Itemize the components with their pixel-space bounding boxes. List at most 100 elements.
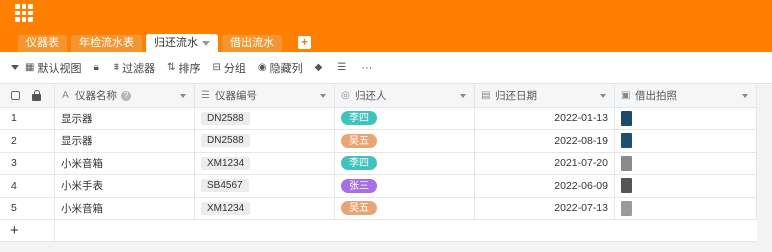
tab-annual-inspection[interactable]: 年检流水表 — [71, 35, 142, 52]
return-date-cell[interactable]: 2022-01-13 — [475, 107, 615, 129]
column-header-returner[interactable]: ◎ 归还人 — [335, 85, 475, 107]
add-row-button[interactable]: + — [0, 220, 55, 241]
row-height-button[interactable]: ☰ — [337, 61, 349, 73]
column-header-photo[interactable]: ▣ 借出拍照 — [615, 85, 757, 107]
calendar-icon: ▤ — [481, 90, 491, 102]
row-number: 1 — [0, 107, 55, 129]
chevron-down-icon[interactable] — [742, 93, 748, 98]
add-row-area[interactable] — [55, 220, 757, 241]
photo-thumbnail[interactable] — [621, 155, 632, 171]
column-header-code[interactable]: ☰ 仪器编号 — [195, 85, 335, 107]
instrument-name-cell[interactable]: 小米音箱 — [55, 152, 195, 174]
lock-icon: 🔒︎ — [93, 61, 99, 73]
person-tag: 李四 — [341, 111, 377, 126]
row-number: 2 — [0, 130, 55, 152]
paint-bucket-icon: ◆ — [314, 61, 323, 73]
fill-color-button[interactable]: ◆ — [314, 61, 326, 73]
return-date-cell[interactable]: 2022-07-13 — [475, 197, 615, 219]
return-date-cell[interactable]: 2022-06-09 — [475, 175, 615, 197]
returner-cell[interactable]: 吴五 — [335, 130, 475, 152]
photo-thumbnail[interactable] — [621, 200, 632, 216]
filter-button[interactable]: ⩩ 过滤器 — [114, 60, 155, 76]
person-icon: ◎ — [341, 90, 350, 102]
photo-cell[interactable] — [615, 152, 757, 174]
more-icon: ··· — [361, 61, 373, 74]
chevron-down-icon[interactable] — [180, 93, 186, 98]
view-selector[interactable]: ▦ 默认视图 — [25, 60, 81, 76]
returner-cell[interactable]: 吴五 — [335, 197, 475, 219]
instrument-code-cell[interactable]: DN2588 — [195, 130, 335, 152]
image-icon: ▣ — [621, 90, 631, 102]
hide-columns-label: 隐藏列 — [269, 62, 303, 75]
tab-return-log[interactable]: 归还流水 — [146, 34, 218, 52]
row-number: 4 — [0, 175, 55, 197]
instrument-name-cell[interactable]: 显示器 — [55, 107, 195, 129]
data-grid: A 仪器名称 ? ☰ 仪器编号 ◎ 归还人 ▤ 归还日期 ▣ 借出拍照 1 显示… — [0, 85, 757, 242]
group-label: 分组 — [223, 62, 246, 75]
photo-thumbnail[interactable] — [621, 133, 632, 149]
text-field-icon: A — [62, 90, 69, 102]
chevron-down-icon[interactable] — [202, 40, 210, 46]
person-tag: 张三 — [341, 178, 377, 193]
select-all-checkbox[interactable] — [11, 91, 20, 101]
code-chip: XM1234 — [201, 156, 251, 170]
row-height-icon: ☰ — [337, 61, 347, 73]
header-row: A 仪器名称 ? ☰ 仪器编号 ◎ 归还人 ▤ 归还日期 ▣ 借出拍照 — [0, 85, 757, 108]
return-date-cell[interactable]: 2022-08-19 — [475, 130, 615, 152]
instrument-name-cell[interactable]: 小米手表 — [55, 175, 195, 197]
eye-icon: ◉ — [257, 61, 267, 73]
sort-icon: ⇅ — [167, 61, 176, 73]
instrument-name-cell[interactable]: 小米音箱 — [55, 197, 195, 219]
instrument-name-cell[interactable]: 显示器 — [55, 130, 195, 152]
tab-lend-log[interactable]: 借出流水 — [222, 35, 282, 52]
table-row[interactable]: 5 小米音箱 XM1234 吴五 2022-07-13 — [0, 197, 757, 220]
instrument-code-cell[interactable]: SB4567 — [195, 175, 335, 197]
photo-cell[interactable] — [615, 197, 757, 219]
help-icon[interactable]: ? — [121, 90, 131, 101]
returner-cell[interactable]: 李四 — [335, 107, 475, 129]
table-row[interactable]: 4 小米手表 SB4567 张三 2022-06-09 — [0, 175, 757, 198]
filter-icon: ⩩ — [113, 61, 120, 73]
person-tag: 吴五 — [341, 133, 377, 148]
photo-cell[interactable] — [615, 175, 757, 197]
chevron-down-icon[interactable] — [11, 65, 19, 70]
chevron-down-icon[interactable] — [320, 93, 326, 98]
top-bar: 仪器表 年检流水表 归还流水 借出流水 + — [0, 0, 772, 52]
add-tab-button[interactable]: + — [298, 36, 311, 49]
lock-view-button[interactable]: 🔒︎ — [93, 61, 101, 73]
apps-grid-icon[interactable] — [15, 4, 33, 22]
photo-cell[interactable] — [615, 130, 757, 152]
returner-cell[interactable]: 李四 — [335, 152, 475, 174]
table-row[interactable]: 2 显示器 DN2588 吴五 2022-08-19 — [0, 130, 757, 153]
photo-thumbnail[interactable] — [621, 110, 632, 126]
more-button[interactable]: ··· — [361, 62, 372, 74]
chevron-down-icon[interactable] — [600, 93, 606, 98]
column-header-label: 仪器编号 — [215, 90, 257, 103]
view-label: 默认视图 — [37, 62, 82, 75]
instrument-code-cell[interactable]: XM1234 — [195, 152, 335, 174]
photo-cell[interactable] — [615, 107, 757, 129]
instrument-code-cell[interactable]: XM1234 — [195, 197, 335, 219]
chevron-down-icon[interactable] — [460, 93, 466, 98]
hide-columns-button[interactable]: ◉ 隐藏列 — [258, 60, 303, 76]
photo-thumbnail[interactable] — [621, 178, 632, 194]
code-chip: SB4567 — [201, 179, 249, 193]
instrument-code-cell[interactable]: DN2588 — [195, 107, 335, 129]
returner-cell[interactable]: 张三 — [335, 175, 475, 197]
column-header-label: 借出拍照 — [635, 90, 677, 103]
column-header-label: 仪器名称 — [75, 90, 117, 103]
column-header-name[interactable]: A 仪器名称 ? — [55, 85, 195, 107]
row-number: 5 — [0, 197, 55, 219]
code-chip: DN2588 — [201, 111, 250, 125]
code-chip: DN2588 — [201, 134, 250, 148]
return-date-cell[interactable]: 2021-07-20 — [475, 152, 615, 174]
column-header-return-date[interactable]: ▤ 归还日期 — [475, 85, 615, 107]
sort-button[interactable]: ⇅ 排序 — [167, 60, 200, 76]
table-row[interactable]: 1 显示器 DN2588 李四 2022-01-13 — [0, 107, 757, 130]
person-tag: 吴五 — [341, 201, 377, 216]
tab-instruments[interactable]: 仪器表 — [18, 35, 67, 52]
group-button[interactable]: ⊟ 分组 — [213, 60, 246, 76]
table-row[interactable]: 3 小米音箱 XM1234 李四 2021-07-20 — [0, 152, 757, 175]
code-chip: XM1234 — [201, 201, 251, 215]
header-select-cell — [0, 85, 55, 107]
